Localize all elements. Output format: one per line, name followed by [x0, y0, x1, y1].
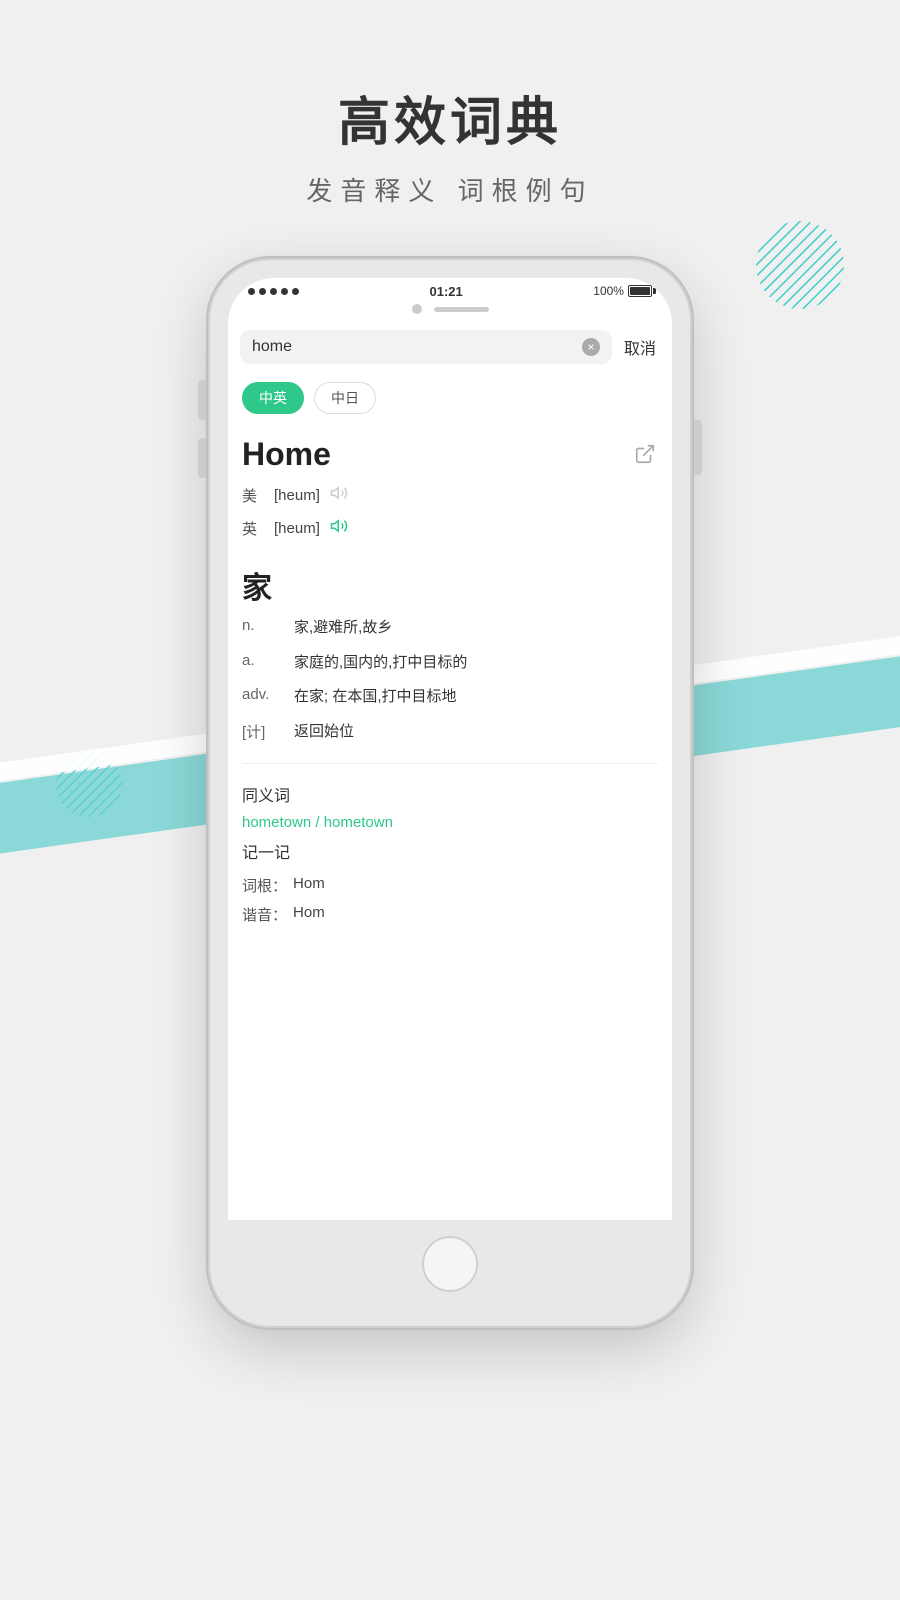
language-tabs: 中英 中日 — [228, 374, 672, 426]
front-camera — [412, 304, 422, 314]
signal-dot-3 — [270, 288, 277, 295]
rhyme-label: 谐音： — [242, 904, 287, 925]
synonym-links[interactable]: hometown / hometown — [242, 814, 658, 831]
memory-section: 记一记 词根： Hom 谐音： Hom — [242, 835, 658, 943]
def-noun-text: 家,避难所,故乡 — [294, 617, 658, 640]
word-header: Home — [242, 426, 658, 479]
definition-comp: [计] 返回始位 — [242, 715, 658, 750]
memory-rhyme: 谐音： Hom — [242, 900, 658, 929]
synonyms-section: 同义词 hometown / hometown — [242, 778, 658, 835]
decorative-circle-top-right — [755, 220, 845, 310]
signal-dot-1 — [248, 288, 255, 295]
definition-adj: a. 家庭的,国内的,打中目标的 — [242, 646, 658, 681]
page-subtitle: 发音释义 词根例句 — [0, 171, 900, 208]
status-bar: 01:21 100% — [228, 278, 672, 304]
search-input[interactable]: home — [252, 338, 574, 356]
def-adj-text: 家庭的,国内的,打中目标的 — [294, 652, 658, 675]
signal-dot-5 — [292, 288, 299, 295]
memory-root: 词根： Hom — [242, 871, 658, 900]
phone-frame: 01:21 100% home × — [210, 260, 690, 1326]
definitions-list: n. 家,避难所,故乡 a. 家庭的,国内的,打中目标的 adv. 在家; 在本… — [242, 611, 658, 749]
tab-chinese-japanese[interactable]: 中日 — [314, 382, 376, 414]
earpiece-speaker — [434, 307, 489, 312]
signal-indicator — [248, 288, 299, 295]
phone-screen: home × 取消 中英 中日 Home — [228, 320, 672, 1220]
battery-icon — [628, 285, 652, 297]
page-header: 高效词典 发音释义 词根例句 — [0, 80, 900, 208]
dictionary-content: Home 美 [heum] — [228, 426, 672, 943]
root-value: Hom — [293, 875, 325, 896]
signal-dot-2 — [259, 288, 266, 295]
definition-adv: adv. 在家; 在本国,打中目标地 — [242, 680, 658, 715]
status-time: 01:21 — [430, 284, 463, 299]
pos-noun: n. — [242, 617, 284, 634]
memory-title: 记一记 — [242, 839, 658, 863]
phone-side-buttons-left — [198, 380, 206, 478]
us-phonetic: [heum] — [274, 487, 320, 504]
chinese-section: 家 — [242, 559, 658, 611]
volume-up-button — [198, 380, 206, 420]
pronunciation-us: 美 [heum] — [242, 479, 658, 512]
def-adv-text: 在家; 在本国,打中目标地 — [294, 686, 658, 709]
synonyms-title: 同义词 — [242, 782, 658, 806]
home-button-area — [228, 1220, 672, 1308]
tab-chinese-english[interactable]: 中英 — [242, 382, 304, 414]
phone-side-button-right — [694, 420, 702, 475]
battery-indicator: 100% — [593, 284, 652, 298]
definition-noun: n. 家,避难所,故乡 — [242, 611, 658, 646]
pos-comp: [计] — [242, 721, 284, 742]
battery-fill — [630, 287, 650, 295]
rhyme-value: Hom — [293, 904, 325, 925]
signal-dot-4 — [281, 288, 288, 295]
clear-search-button[interactable]: × — [582, 338, 600, 356]
power-button — [694, 420, 702, 475]
search-bar: home × 取消 — [228, 320, 672, 374]
pos-adv: adv. — [242, 686, 284, 703]
battery-text: 100% — [593, 284, 624, 298]
phone-notch — [228, 304, 672, 320]
uk-speaker-icon[interactable] — [330, 517, 348, 540]
page-title: 高效词典 — [0, 80, 900, 155]
us-label: 美 — [242, 485, 264, 506]
us-speaker-icon[interactable] — [330, 484, 348, 507]
chinese-character: 家 — [242, 559, 658, 611]
home-button[interactable] — [422, 1236, 478, 1292]
search-input-container[interactable]: home × — [240, 330, 612, 364]
pos-adj: a. — [242, 652, 284, 669]
volume-down-button — [198, 438, 206, 478]
uk-label: 英 — [242, 518, 264, 539]
root-label: 词根： — [242, 875, 287, 896]
cancel-search-button[interactable]: 取消 — [620, 335, 660, 359]
section-divider-1 — [242, 763, 658, 764]
decorative-circle-bottom-left — [55, 750, 123, 818]
def-comp-text: 返回始位 — [294, 721, 658, 744]
phone-mockup: 01:21 100% home × — [210, 260, 690, 1326]
uk-phonetic: [heum] — [274, 520, 320, 537]
pronunciation-uk: 英 [heum] — [242, 512, 658, 545]
share-icon[interactable] — [634, 443, 658, 467]
word-title: Home — [242, 436, 331, 473]
phone-screen-area: 01:21 100% home × — [228, 278, 672, 1308]
